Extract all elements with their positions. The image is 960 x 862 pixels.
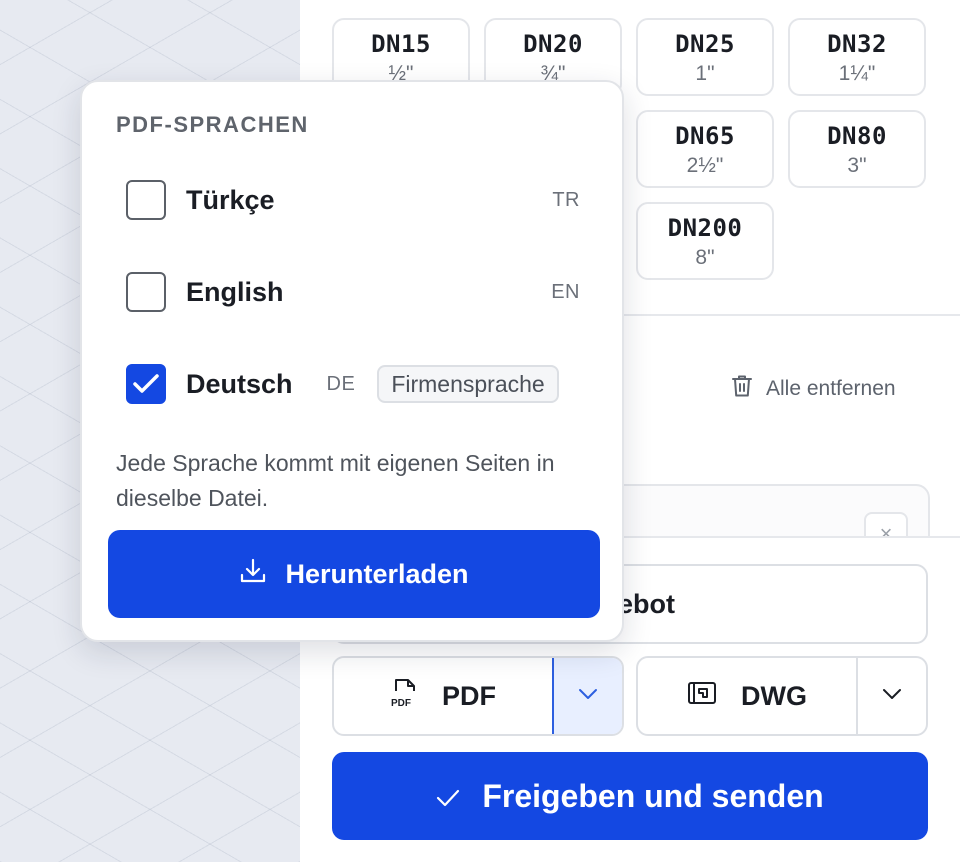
size-chip-dn25[interactable]: DN25 1" bbox=[636, 18, 774, 96]
remove-all-label: Alle entfernen bbox=[766, 377, 896, 400]
language-option-tr[interactable]: Türkçe TR bbox=[126, 178, 580, 222]
chip-dn-label: DN15 bbox=[371, 30, 431, 58]
size-chip-dn80[interactable]: DN80 3" bbox=[788, 110, 926, 188]
language-code: EN bbox=[551, 280, 580, 303]
language-option-en[interactable]: English EN bbox=[126, 270, 580, 314]
send-label: Freigeben und senden bbox=[482, 777, 824, 814]
popover-note: Jede Sprache kommt mit eigenen Seiten in… bbox=[116, 450, 555, 511]
approve-and-send-button[interactable]: Freigeben und senden bbox=[332, 752, 928, 840]
language-name: Deutsch bbox=[186, 368, 293, 399]
chip-inch-label: 2½" bbox=[686, 154, 724, 177]
dwg-label: DWG bbox=[741, 680, 807, 711]
pdf-options-dropdown[interactable] bbox=[552, 658, 622, 734]
trash-icon bbox=[730, 373, 754, 405]
size-chip-dn200[interactable]: DN200 8" bbox=[636, 202, 774, 280]
dwg-options-dropdown[interactable] bbox=[856, 658, 926, 734]
download-button[interactable]: Herunterladen bbox=[108, 530, 600, 618]
chevron-down-icon bbox=[578, 687, 598, 705]
remove-all-button[interactable]: Alle entfernen bbox=[730, 374, 896, 404]
pdf-export-button[interactable]: PDF PDF bbox=[334, 658, 552, 734]
size-chip-dn32[interactable]: DN32 1¼" bbox=[788, 18, 926, 96]
chip-dn-label: DN25 bbox=[675, 30, 735, 58]
chevron-down-icon bbox=[882, 687, 902, 705]
pdf-file-icon: PDF bbox=[390, 677, 418, 716]
svg-text:PDF: PDF bbox=[391, 698, 411, 709]
chip-inch-label: 8" bbox=[695, 246, 715, 269]
chip-dn-label: DN20 bbox=[523, 30, 583, 58]
chip-dn-label: DN65 bbox=[675, 122, 735, 150]
chip-dn-label: DN80 bbox=[827, 122, 887, 150]
language-checkbox-en[interactable] bbox=[126, 272, 166, 312]
chip-inch-label: 1" bbox=[695, 62, 715, 85]
chip-inch-label: 1¼" bbox=[838, 62, 876, 85]
pdf-label: PDF bbox=[442, 680, 496, 711]
checkmark-icon bbox=[133, 374, 159, 393]
drawing-icon bbox=[687, 680, 717, 713]
download-icon bbox=[239, 558, 267, 591]
pdf-language-popover: PDF-SPRACHEN Türkçe TR English EN Deutsc… bbox=[80, 80, 624, 642]
check-icon bbox=[436, 778, 460, 815]
chip-dn-label: DN200 bbox=[667, 214, 743, 242]
language-name: English bbox=[186, 276, 284, 307]
chip-inch-label: 3" bbox=[847, 154, 867, 177]
chip-dn-label: DN32 bbox=[827, 30, 887, 58]
language-code: TR bbox=[552, 188, 580, 211]
language-name: Türkçe bbox=[186, 184, 275, 215]
language-checkbox-tr[interactable] bbox=[126, 180, 166, 220]
popover-title: PDF-SPRACHEN bbox=[116, 112, 309, 137]
language-option-de[interactable]: Deutsch DE Firmensprache bbox=[126, 362, 580, 406]
company-language-badge: Firmensprache bbox=[377, 365, 559, 403]
size-chip-dn65[interactable]: DN65 2½" bbox=[636, 110, 774, 188]
dwg-split-button: DWG bbox=[636, 656, 928, 736]
pdf-split-button: PDF PDF bbox=[332, 656, 624, 736]
download-label: Herunterladen bbox=[285, 558, 469, 589]
dwg-export-button[interactable]: DWG bbox=[638, 658, 856, 734]
language-code: DE bbox=[326, 372, 356, 395]
language-checkbox-de[interactable] bbox=[126, 364, 166, 404]
